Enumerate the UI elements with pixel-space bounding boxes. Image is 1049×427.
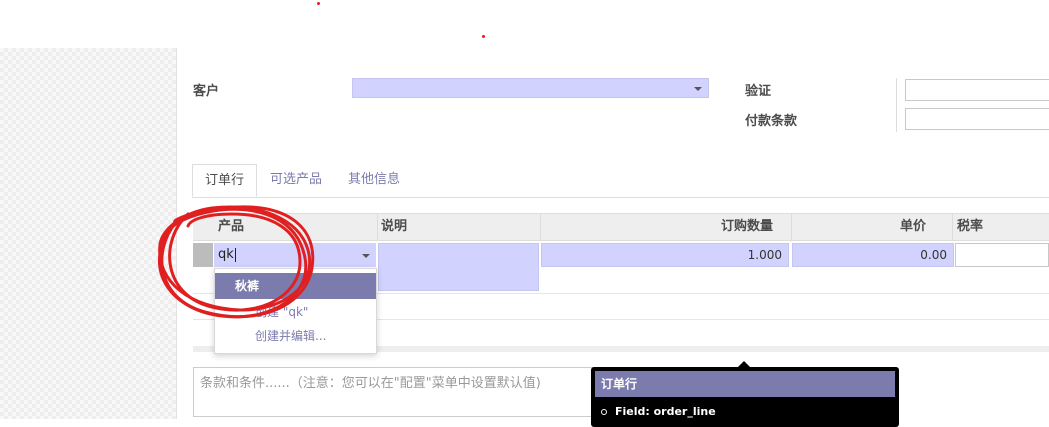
column-separator [540,214,541,240]
chevron-down-icon[interactable] [362,254,370,258]
tab-other-info[interactable]: 其他信息 [336,164,412,196]
tab-order-lines[interactable]: 订单行 [192,164,258,197]
tooltip-field-line: Field: order_line [595,397,895,418]
column-separator [952,214,953,240]
bullet-icon [601,409,607,415]
notebook-tabs: 订单行 可选产品 其他信息 [192,164,1049,198]
column-header-tax[interactable]: 税率 [957,214,983,240]
tax-field[interactable] [955,243,1049,267]
left-pane-background [0,48,176,419]
customer-field[interactable] [352,78,709,98]
payment-terms-label: 付款条款 [745,114,798,129]
dropdown-item-product[interactable]: 秋裤 [215,273,376,299]
unit-price-value: 0.00 [920,248,947,262]
unit-price-field[interactable]: 0.00 [792,243,954,267]
text-cursor [234,247,236,262]
column-header-product[interactable]: 产品 [218,214,244,240]
product-input[interactable]: qk [214,243,376,267]
dropdown-item-create-edit[interactable]: 创建并编辑... [215,323,376,349]
validity-label: 验证 [745,84,772,99]
column-header-unit-price[interactable]: 单价 [900,214,926,240]
customer-label: 客户 [193,84,220,99]
terms-conditions-field[interactable]: 条款和条件......（注意：您可以在"配置"菜单中设置默认值) [193,367,593,417]
quantity-value: 1.000 [747,248,782,262]
tab-optional-products[interactable]: 可选产品 [258,164,334,196]
chevron-down-icon[interactable] [694,87,702,91]
product-autocomplete-dropdown: 秋裤 创建 "qk" 创建并编辑... [214,268,377,354]
product-input-text: qk [218,247,234,262]
column-separator [791,214,792,240]
stray-dot [482,35,485,38]
field-separator [896,78,897,132]
validity-field[interactable] [905,79,1049,101]
quantity-field[interactable]: 1.000 [541,243,789,267]
column-separator [377,214,378,240]
tooltip-field-text: Field: order_line [615,405,716,418]
column-header-quantity[interactable]: 订购数量 [721,214,773,240]
dropdown-item-create[interactable]: 创建 "qk" [215,299,376,325]
stray-dot [317,2,320,5]
payment-terms-field[interactable] [905,108,1049,130]
description-field[interactable] [378,243,539,291]
column-header-description[interactable]: 说明 [381,214,407,240]
order-lines-header: 产品 说明 订购数量 单价 税率 [193,213,1049,241]
row-handle[interactable] [193,243,213,267]
tooltip-title: 订单行 [595,371,895,397]
top-strip [0,0,1049,48]
field-tooltip: 订单行 Field: order_line [591,367,899,427]
